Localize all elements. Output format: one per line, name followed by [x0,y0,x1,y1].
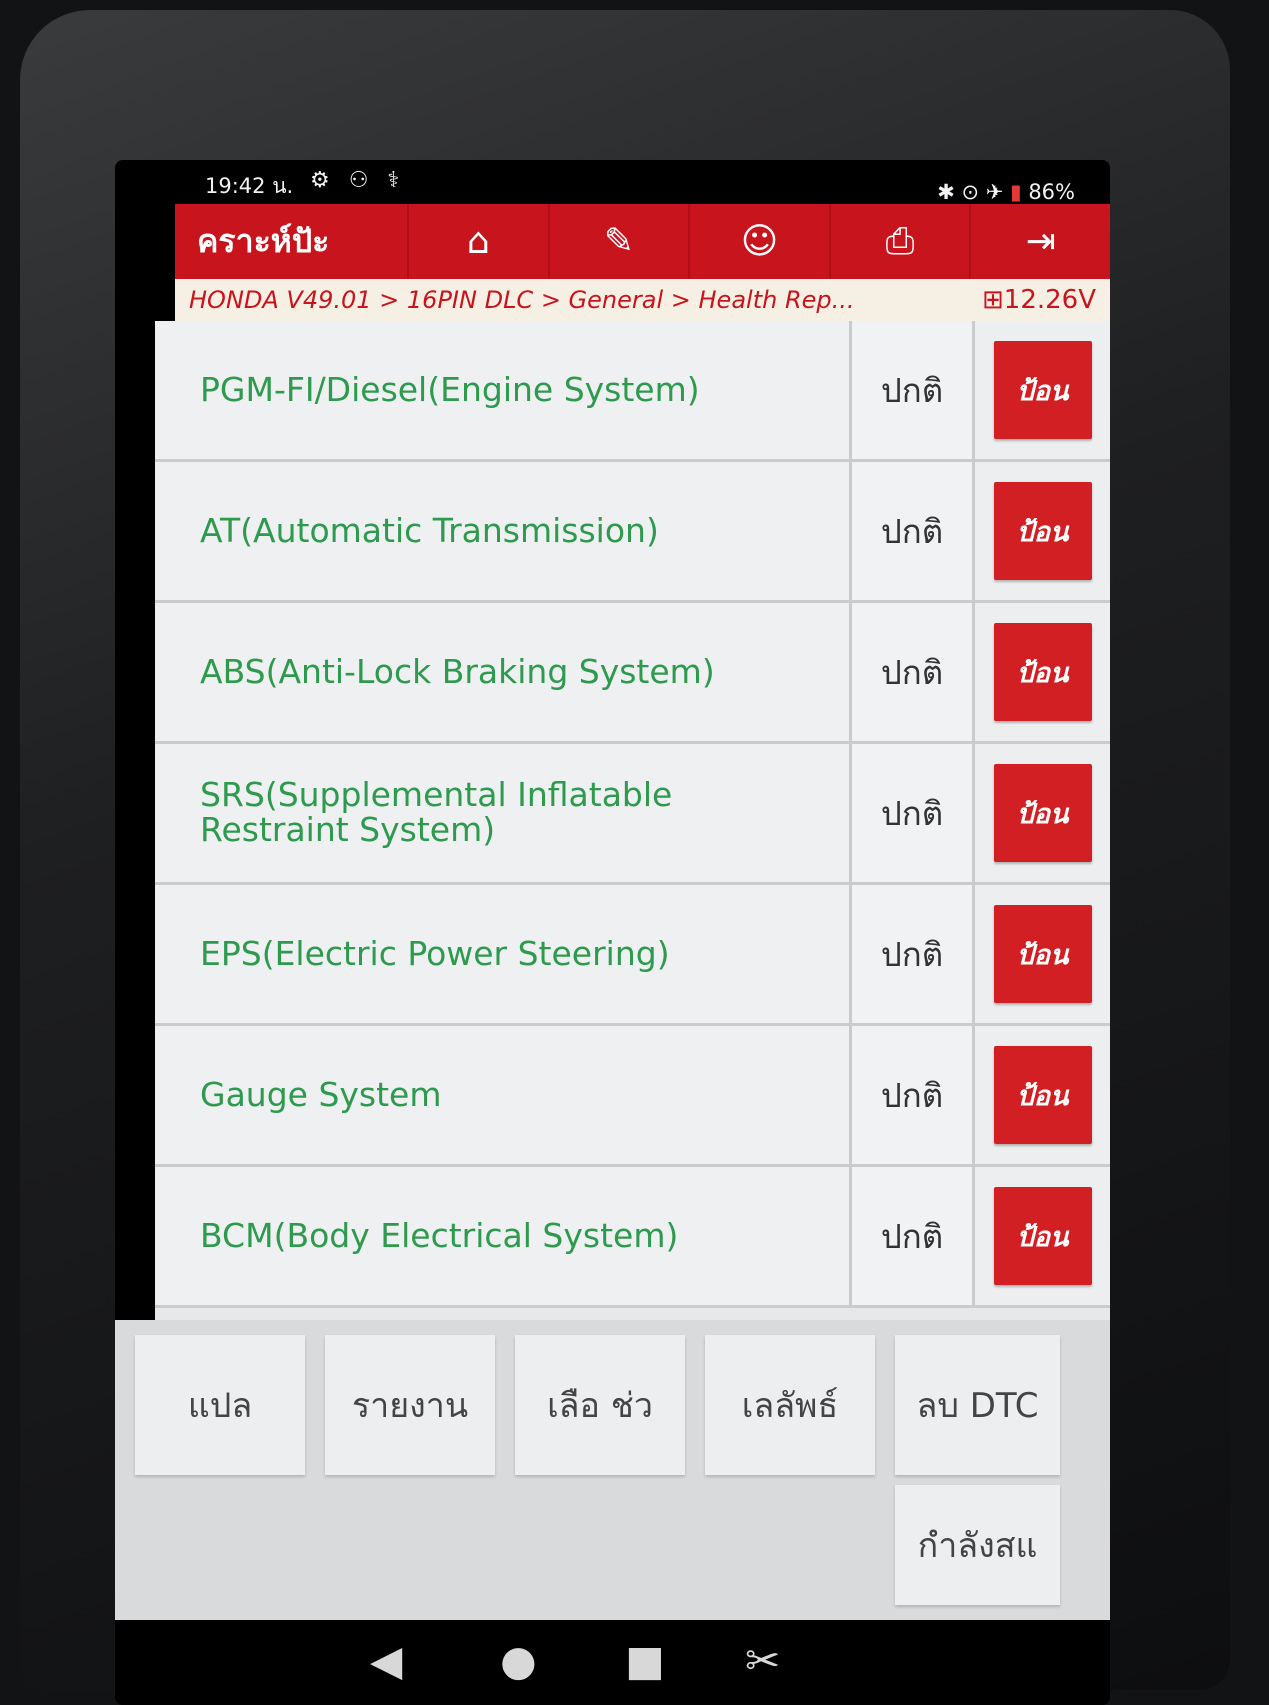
car-battery-icon: ⊞ [981,285,1004,315]
breadcrumb-path: HONDA V49.01 > 16PIN DLC > General > Hea… [189,286,855,314]
tablet-device: 19:42 น. ⚙ ⚇ ⚕ ✱ ⊙ ✈ ▮ 86% คราะห์ปัะ ⌂ ✎… [20,10,1230,1705]
table-row: AT(Automatic Transmission) ปกติ ป้อน [155,462,1110,603]
breadcrumb: HONDA V49.01 > 16PIN DLC > General > Hea… [175,279,1110,321]
home-button[interactable]: ⌂ [407,204,548,279]
notification-icons: ⚙ ⚇ ⚕ [310,168,406,193]
enter-button[interactable]: ป้อน [993,764,1092,862]
enter-button[interactable]: ป้อน [993,905,1092,1003]
battery-voltage: ⊞12.26V [982,285,1096,315]
system-name: PGM-FI/Diesel(Engine System) [155,321,849,459]
bluetooth-location-airplane-icons: ✱ ⊙ ✈ [937,180,1004,204]
action-cell: ป้อน [972,603,1110,741]
recents-icon[interactable]: ■ [625,1636,665,1685]
screenshot-icon[interactable]: ✂ [745,1636,780,1685]
system-status: ปกติ [849,603,972,741]
exit-icon: ⇥ [1025,221,1056,262]
system-status: ปกติ [849,744,972,882]
edit-button[interactable]: ✎ [547,204,689,279]
home-nav-icon[interactable]: ● [500,1636,537,1685]
print-icon: ⎙ [885,220,915,262]
back-icon[interactable]: ◀ [370,1636,402,1685]
battery-level: 86% [1028,180,1075,204]
table-row: EPS(Electric Power Steering) ปกติ ป้อน [155,885,1110,1026]
system-name: ABS(Anti-Lock Braking System) [155,603,849,741]
battery-icon: ▮ [1010,180,1022,204]
report-button[interactable]: รายงาน [325,1335,495,1475]
enter-button[interactable]: ป้อน [993,341,1092,439]
enter-button[interactable]: ป้อน [993,1187,1092,1285]
system-name: Gauge System [155,1026,849,1164]
print-button[interactable]: ⎙ [828,204,970,279]
action-cell: ป้อน [972,462,1110,600]
action-cell: ป้อน [972,321,1110,459]
table-row: SRS(Supplemental Inflatable Restraint Sy… [155,744,1110,885]
bottom-action-bar: แปล รายงาน เลือ ช่ว เลลัพธ์ ลบ DTC กำลัง… [115,1320,1110,1620]
edit-icon: ✎ [603,221,634,262]
top-toolbar: คราะห์ปัะ ⌂ ✎ ☺ ⎙ ⇥ [175,204,1110,279]
system-name: AT(Automatic Transmission) [155,462,849,600]
table-row: Gauge System ปกติ ป้อน [155,1026,1110,1167]
system-status: ปกติ [849,885,972,1023]
system-status: ปกติ [849,462,972,600]
system-icons: ✱ ⊙ ✈ ▮ 86% [937,180,1075,204]
user-button[interactable]: ☺ [688,204,829,279]
system-list: PGM-FI/Diesel(Engine System) ปกติ ป้อน A… [155,321,1110,1371]
enter-button[interactable]: ป้อน [993,623,1092,721]
home-icon: ⌂ [466,221,490,262]
action-cell: ป้อน [972,744,1110,882]
system-name: EPS(Electric Power Steering) [155,885,849,1023]
action-cell: ป้อน [972,1026,1110,1164]
table-row: PGM-FI/Diesel(Engine System) ปกติ ป้อน [155,321,1110,462]
translate-button[interactable]: แปล [135,1335,305,1475]
status-bar: 19:42 น. ⚙ ⚇ ⚕ ✱ ⊙ ✈ ▮ 86% [115,160,1110,205]
enter-button[interactable]: ป้อน [993,1046,1092,1144]
system-name: BCM(Body Electrical System) [155,1167,849,1305]
results-button[interactable]: เลลัพธ์ [705,1335,875,1475]
app-title: คราะห์ปัะ [197,222,330,260]
screen: 19:42 น. ⚙ ⚇ ⚕ ✱ ⊙ ✈ ▮ 86% คราะห์ปัะ ⌂ ✎… [115,160,1110,1705]
table-row: ABS(Anti-Lock Braking System) ปกติ ป้อน [155,603,1110,744]
scan-progress-button[interactable]: กำลังสแ [895,1485,1060,1605]
table-row: BCM(Body Electrical System) ปกติ ป้อน [155,1167,1110,1308]
system-name: SRS(Supplemental Inflatable Restraint Sy… [155,744,849,882]
select-button[interactable]: เลือ ช่ว [515,1335,685,1475]
system-status: ปกติ [849,1167,972,1305]
exit-button[interactable]: ⇥ [969,204,1110,279]
enter-button[interactable]: ป้อน [993,482,1092,580]
system-status: ปกติ [849,1026,972,1164]
clear-dtc-button[interactable]: ลบ DTC [895,1335,1060,1475]
clock: 19:42 น. [205,174,294,198]
system-status: ปกติ [849,321,972,459]
voltage-value: 12.26V [1003,285,1096,315]
android-nav-bar: ◀ ● ■ ✂ [115,1620,1110,1705]
user-icon: ☺ [740,221,779,262]
action-cell: ป้อน [972,1167,1110,1305]
action-cell: ป้อน [972,885,1110,1023]
